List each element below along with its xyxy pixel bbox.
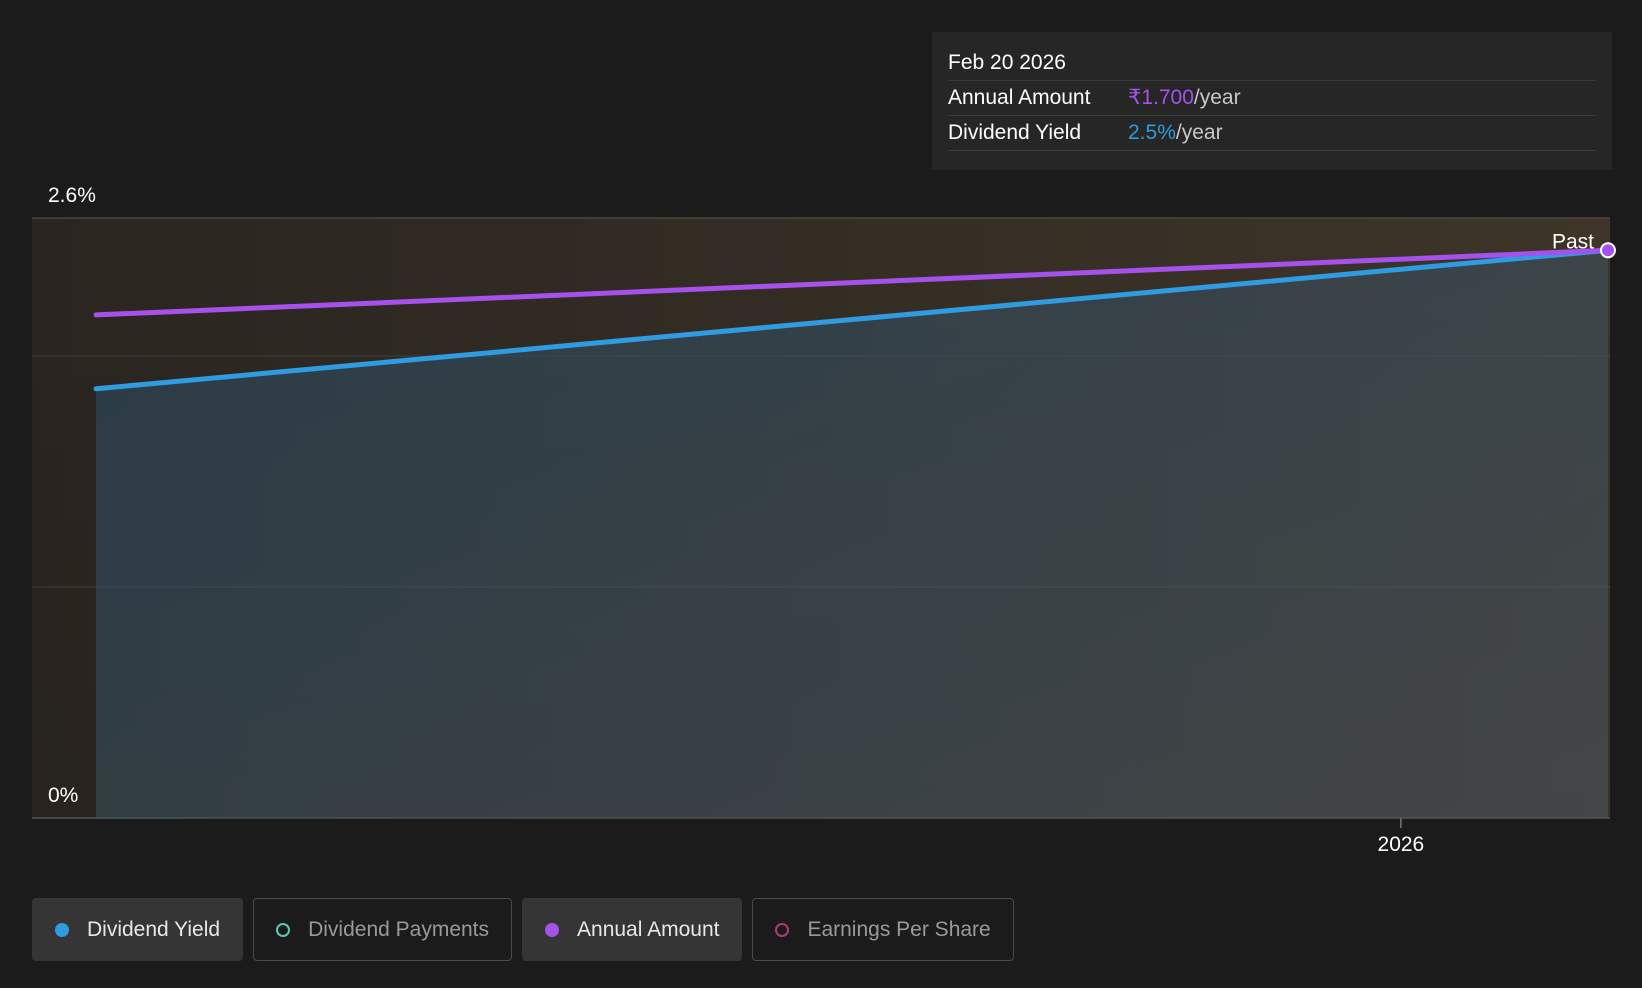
legend-label: Dividend Payments: [308, 917, 490, 941]
legend-item-annual-amount[interactable]: Annual Amount: [522, 898, 743, 961]
tooltip-value: 2.5%: [1128, 121, 1176, 144]
x-tick-label: 2026: [1378, 833, 1425, 856]
hollow-circle-icon: [775, 922, 790, 937]
tick-layer: 2026: [1378, 818, 1425, 856]
tooltip: Feb 20 2026 Annual Amount ₹1.700 /year D…: [932, 32, 1612, 170]
legend-item-earnings-per-share[interactable]: Earnings Per Share: [752, 898, 1014, 961]
legend: Dividend Yield Dividend Payments Annual …: [32, 898, 1014, 961]
end-point-marker: [1600, 242, 1616, 259]
legend-item-dividend-yield[interactable]: Dividend Yield: [32, 898, 244, 961]
past-marker-label: Past: [1552, 230, 1594, 253]
legend-item-dividend-payments[interactable]: Dividend Payments: [253, 898, 513, 961]
hollow-circle-icon: [276, 922, 291, 937]
y-tick-label-top: 2.6%: [48, 184, 96, 207]
tooltip-unit: /year: [1193, 86, 1241, 109]
legend-label: Dividend Yield: [87, 917, 221, 941]
tooltip-value: ₹1.700: [1128, 86, 1194, 109]
y-tick-label-bottom: 0%: [48, 784, 78, 807]
filled-circle-icon: [55, 922, 69, 937]
tooltip-label: Annual Amount: [948, 86, 1091, 109]
legend-label: Annual Amount: [577, 917, 720, 941]
legend-label: Earnings Per Share: [807, 917, 991, 941]
tooltip-label: Dividend Yield: [948, 121, 1082, 144]
filled-circle-icon: [545, 922, 560, 937]
tooltip-row-annual-amount: Annual Amount ₹1.700 /year: [948, 81, 1596, 116]
tooltip-row-dividend-yield: Dividend Yield 2.5% /year: [948, 116, 1596, 151]
tooltip-unit: /year: [1175, 121, 1223, 144]
tooltip-date: Feb 20 2026: [948, 46, 1596, 81]
